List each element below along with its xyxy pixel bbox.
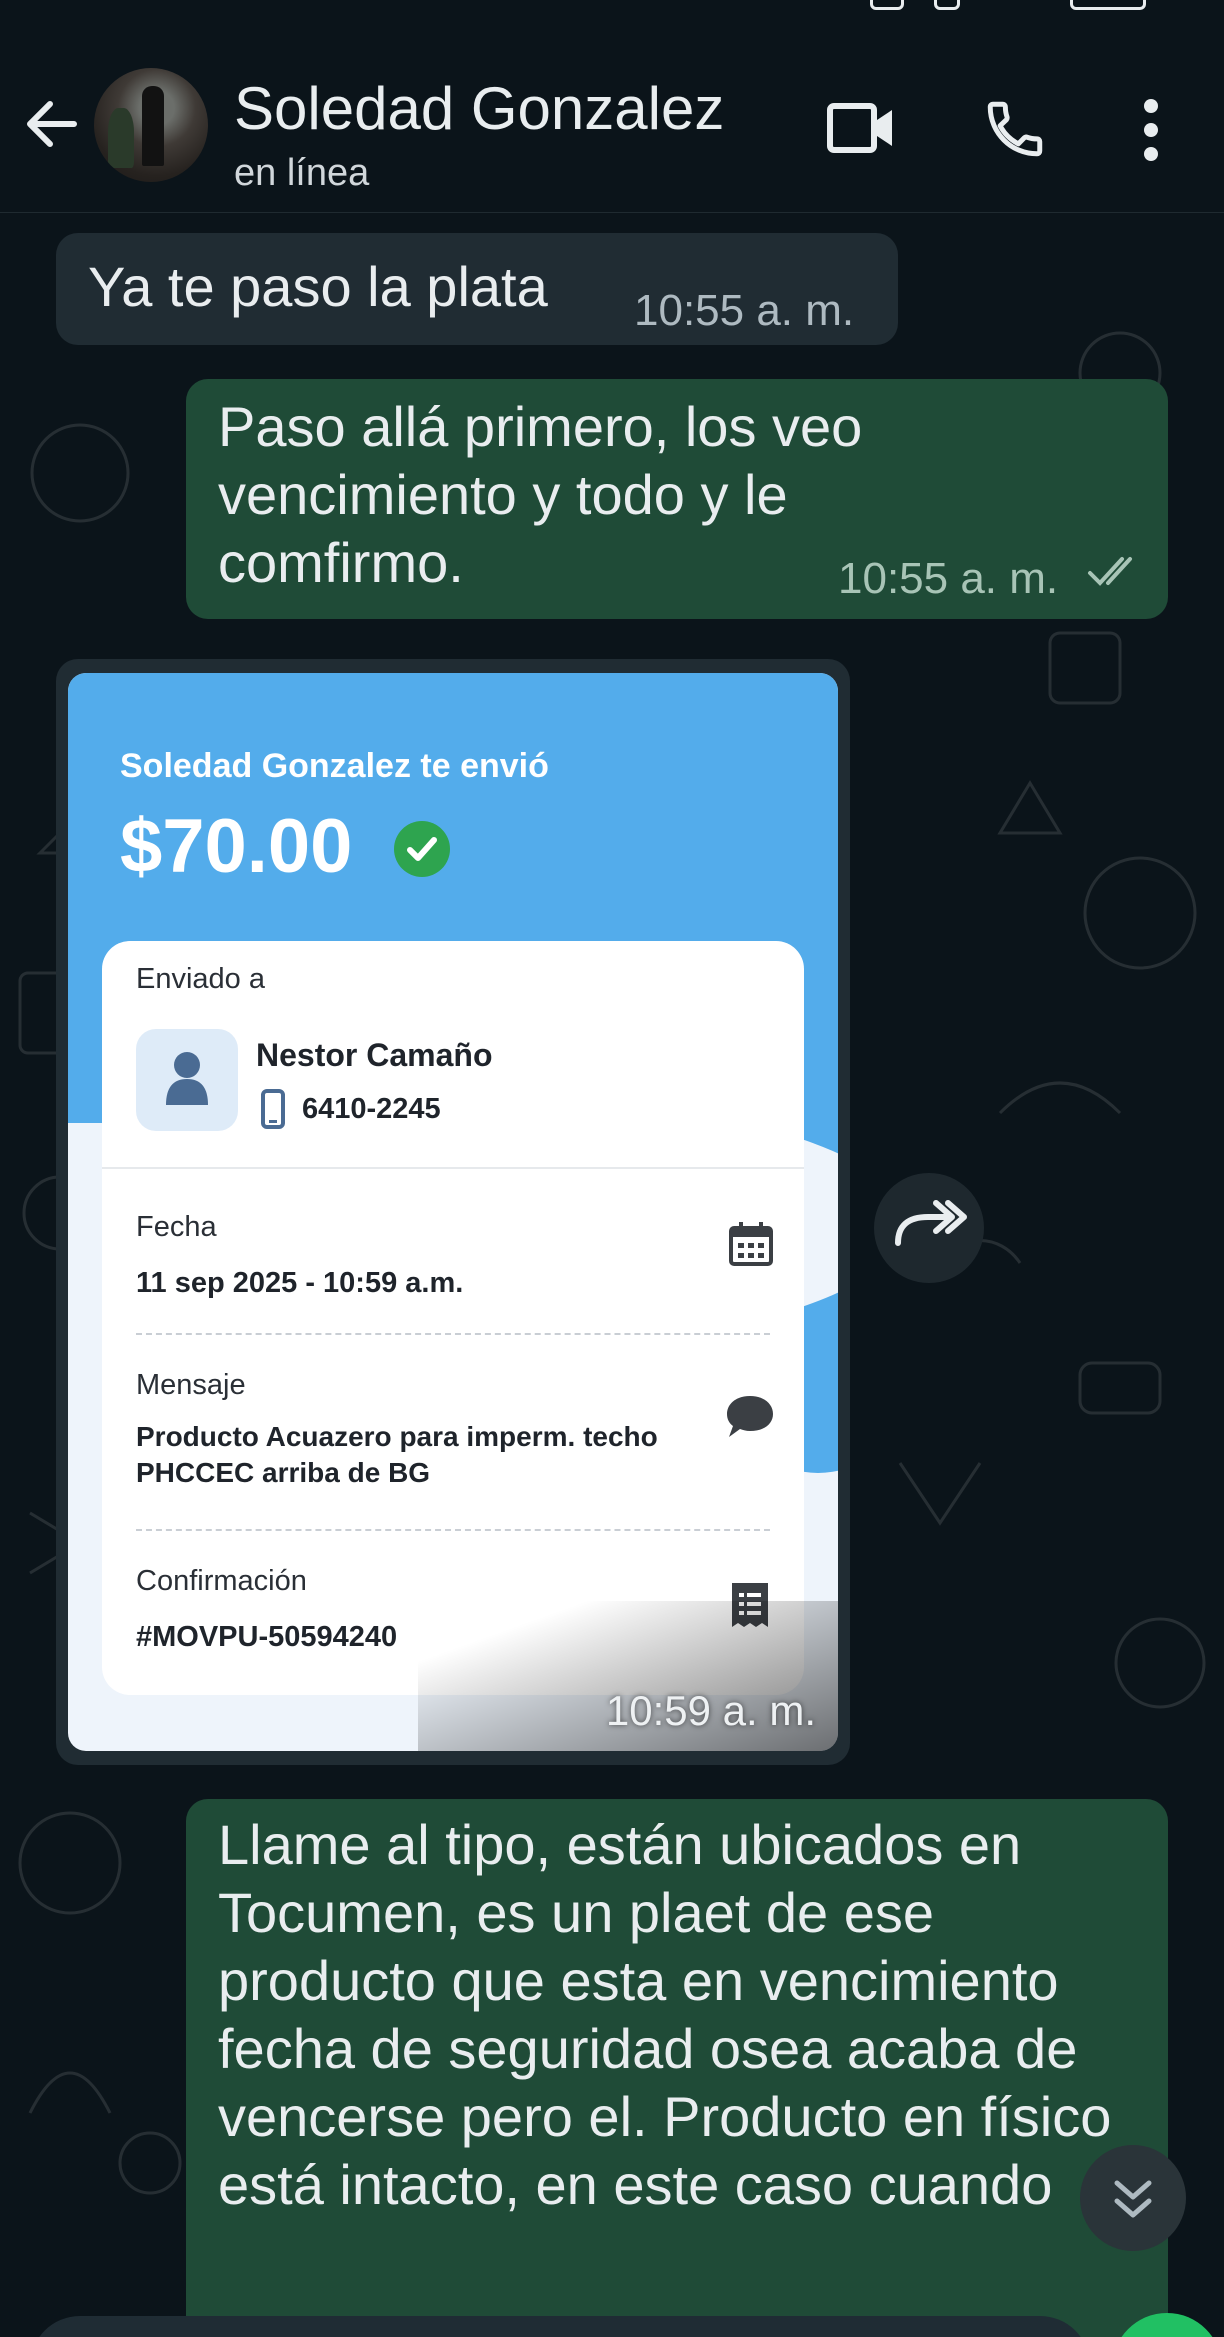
message-time: 10:55 a. m. <box>634 286 855 335</box>
date-label: Fecha <box>136 1211 217 1243</box>
back-arrow-icon[interactable] <box>20 92 84 156</box>
confirmation-label: Confirmación <box>136 1565 307 1597</box>
recipient-name: Nestor Camaño <box>256 1037 493 1073</box>
calendar-icon <box>729 1222 773 1266</box>
receipt-message-line1: Producto Acuazero para imperm. techo <box>136 1421 658 1452</box>
contact-name[interactable]: Soledad Gonzalez <box>234 74 724 143</box>
contact-status: en línea <box>234 152 370 194</box>
chat-bubble-icon <box>727 1396 773 1437</box>
receipt-amount: $70.00 <box>120 804 353 889</box>
recipient-phone: 6410-2245 <box>302 1093 441 1125</box>
outgoing-message[interactable]: Paso allá primero, los veo vencimiento y… <box>186 379 1168 619</box>
scroll-to-bottom-button[interactable] <box>1080 2145 1186 2251</box>
receipt-sender-line: Soledad Gonzalez te envió <box>120 747 549 785</box>
chat-header: Soledad Gonzalez en línea <box>0 12 1224 213</box>
sent-to-label: Enviado a <box>136 963 265 995</box>
message-text: Ya te paso la plata <box>88 255 548 318</box>
double-check-icon <box>1088 557 1132 586</box>
mobile-phone-icon <box>261 1089 285 1129</box>
date-value: 11 sep 2025 - 10:59 a.m. <box>136 1267 464 1299</box>
receipt-details-card: Enviado a Nestor Camaño 6410-2245 Fecha … <box>102 941 804 1695</box>
forward-button[interactable] <box>874 1173 984 1283</box>
incoming-message[interactable]: Ya te paso la plata 10:55 a. m. <box>56 233 898 345</box>
person-icon <box>136 1029 238 1131</box>
payment-receipt-image[interactable]: Soledad Gonzalez te envió $70.00 Enviado… <box>68 673 838 1751</box>
message-text: Llame al tipo, están ubicados en Tocumen… <box>218 1813 1112 2216</box>
check-circle-icon <box>394 821 450 877</box>
receipt-message-line2: PHCCEC arriba de BG <box>136 1457 431 1488</box>
outgoing-message[interactable]: Llame al tipo, están ubicados en Tocumen… <box>186 1799 1168 2337</box>
forward-icon <box>895 1200 967 1246</box>
message-label: Mensaje <box>136 1369 246 1401</box>
confirmation-value: #MOVPU-50594240 <box>136 1621 398 1653</box>
message-composer[interactable] <box>30 2316 1090 2337</box>
double-chevron-down-icon <box>1114 2180 1152 2218</box>
status-bar <box>0 0 1224 12</box>
message-time: 10:55 a. m. <box>838 554 1059 603</box>
chat-area[interactable]: Ya te paso la plata 10:55 a. m. Paso all… <box>0 213 1224 2337</box>
avatar[interactable] <box>94 68 208 182</box>
video-call-icon[interactable] <box>826 98 896 158</box>
message-time: 10:59 a. m. <box>605 1687 816 1734</box>
more-vert-icon[interactable] <box>1136 98 1166 162</box>
phone-icon[interactable] <box>982 96 1048 162</box>
